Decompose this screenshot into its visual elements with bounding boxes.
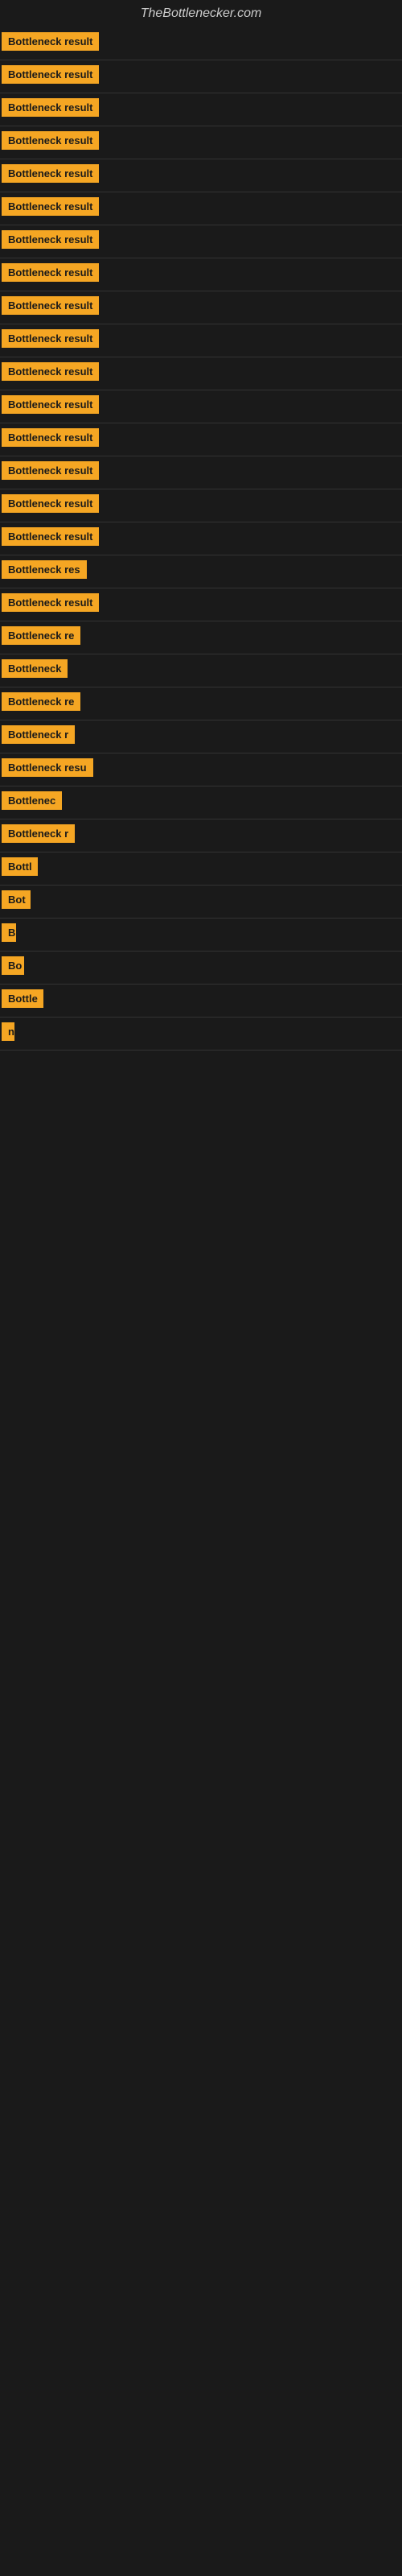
bottleneck-result-label[interactable]: Bottleneck result — [2, 527, 99, 546]
bottleneck-result-label[interactable]: Bot — [2, 890, 31, 909]
bottleneck-result-label[interactable]: Bottleneck result — [2, 131, 99, 150]
bottleneck-result-label[interactable]: Bottleneck re — [2, 692, 80, 711]
bottleneck-result-label[interactable]: Bottleneck res — [2, 560, 87, 579]
list-item: Bottlenec — [0, 786, 402, 819]
bottleneck-result-label[interactable]: Bottleneck result — [2, 197, 99, 216]
bottleneck-result-label[interactable]: Bottleneck result — [2, 329, 99, 348]
list-item: Bottleneck re — [0, 621, 402, 654]
bottleneck-result-label[interactable]: Bottleneck result — [2, 395, 99, 414]
list-item: Bottleneck result — [0, 225, 402, 258]
list-item: Bottleneck result — [0, 423, 402, 456]
bottleneck-result-label[interactable]: Bottleneck result — [2, 164, 99, 183]
list-item: Bottle — [0, 985, 402, 1018]
list-item: Bottleneck result — [0, 159, 402, 192]
bottleneck-result-label[interactable]: Bottleneck result — [2, 494, 99, 513]
list-item: Bottl — [0, 852, 402, 886]
list-item: Bottleneck result — [0, 456, 402, 489]
bottleneck-result-label[interactable]: Bottleneck result — [2, 98, 99, 117]
bottleneck-result-label[interactable]: Bottleneck result — [2, 230, 99, 249]
bottleneck-result-label[interactable]: Bottleneck — [2, 659, 68, 678]
site-title: TheBottlenecker.com — [0, 0, 402, 27]
list-item: Bottleneck result — [0, 489, 402, 522]
bottleneck-result-label[interactable]: Bottlenec — [2, 791, 62, 810]
bottleneck-result-label[interactable]: Bottle — [2, 989, 43, 1008]
list-item: n — [0, 1018, 402, 1051]
list-item: Bottleneck result — [0, 126, 402, 159]
bottleneck-result-label[interactable]: Bottleneck result — [2, 428, 99, 447]
list-item: Bottleneck result — [0, 390, 402, 423]
bottleneck-result-label[interactable]: Bottleneck r — [2, 824, 75, 843]
list-item: Bottleneck resu — [0, 753, 402, 786]
bottleneck-result-label[interactable]: Bottleneck result — [2, 65, 99, 84]
list-item: Bottleneck result — [0, 522, 402, 555]
bottleneck-result-label[interactable]: Bottleneck re — [2, 626, 80, 645]
list-item: Bottleneck r — [0, 819, 402, 852]
list-item: Bottleneck res — [0, 555, 402, 588]
list-item: Bottleneck result — [0, 357, 402, 390]
list-item: Bottleneck — [0, 654, 402, 687]
list-item: Bottleneck result — [0, 27, 402, 60]
bottleneck-result-label[interactable]: Bottleneck result — [2, 263, 99, 282]
list-item: Bottleneck result — [0, 93, 402, 126]
bottleneck-result-label[interactable]: Bottleneck result — [2, 32, 99, 51]
bottleneck-result-label[interactable]: Bo — [2, 956, 24, 975]
bottleneck-result-label[interactable]: n — [2, 1022, 14, 1041]
list-item: Bottleneck result — [0, 60, 402, 93]
bottleneck-result-label[interactable]: Bottleneck r — [2, 725, 75, 744]
bottleneck-result-label[interactable]: Bottleneck result — [2, 461, 99, 480]
list-item: B — [0, 919, 402, 952]
list-item: Bot — [0, 886, 402, 919]
list-item: Bottleneck result — [0, 324, 402, 357]
list-item: Bottleneck result — [0, 588, 402, 621]
list-item: Bottleneck result — [0, 258, 402, 291]
list-item: Bottleneck re — [0, 687, 402, 720]
list-item: Bo — [0, 952, 402, 985]
bottleneck-result-label[interactable]: Bottleneck result — [2, 362, 99, 381]
bottleneck-result-label[interactable]: Bottleneck result — [2, 593, 99, 612]
main-container: TheBottlenecker.com Bottleneck result Bot… — [0, 0, 402, 1051]
bottleneck-result-label[interactable]: Bottleneck result — [2, 296, 99, 315]
bottleneck-result-label[interactable]: Bottleneck resu — [2, 758, 93, 777]
list-item: Bottleneck result — [0, 192, 402, 225]
list-item: Bottleneck result — [0, 291, 402, 324]
list-item: Bottleneck r — [0, 720, 402, 753]
bottleneck-result-label[interactable]: B — [2, 923, 16, 942]
bottleneck-result-label[interactable]: Bottl — [2, 857, 38, 876]
